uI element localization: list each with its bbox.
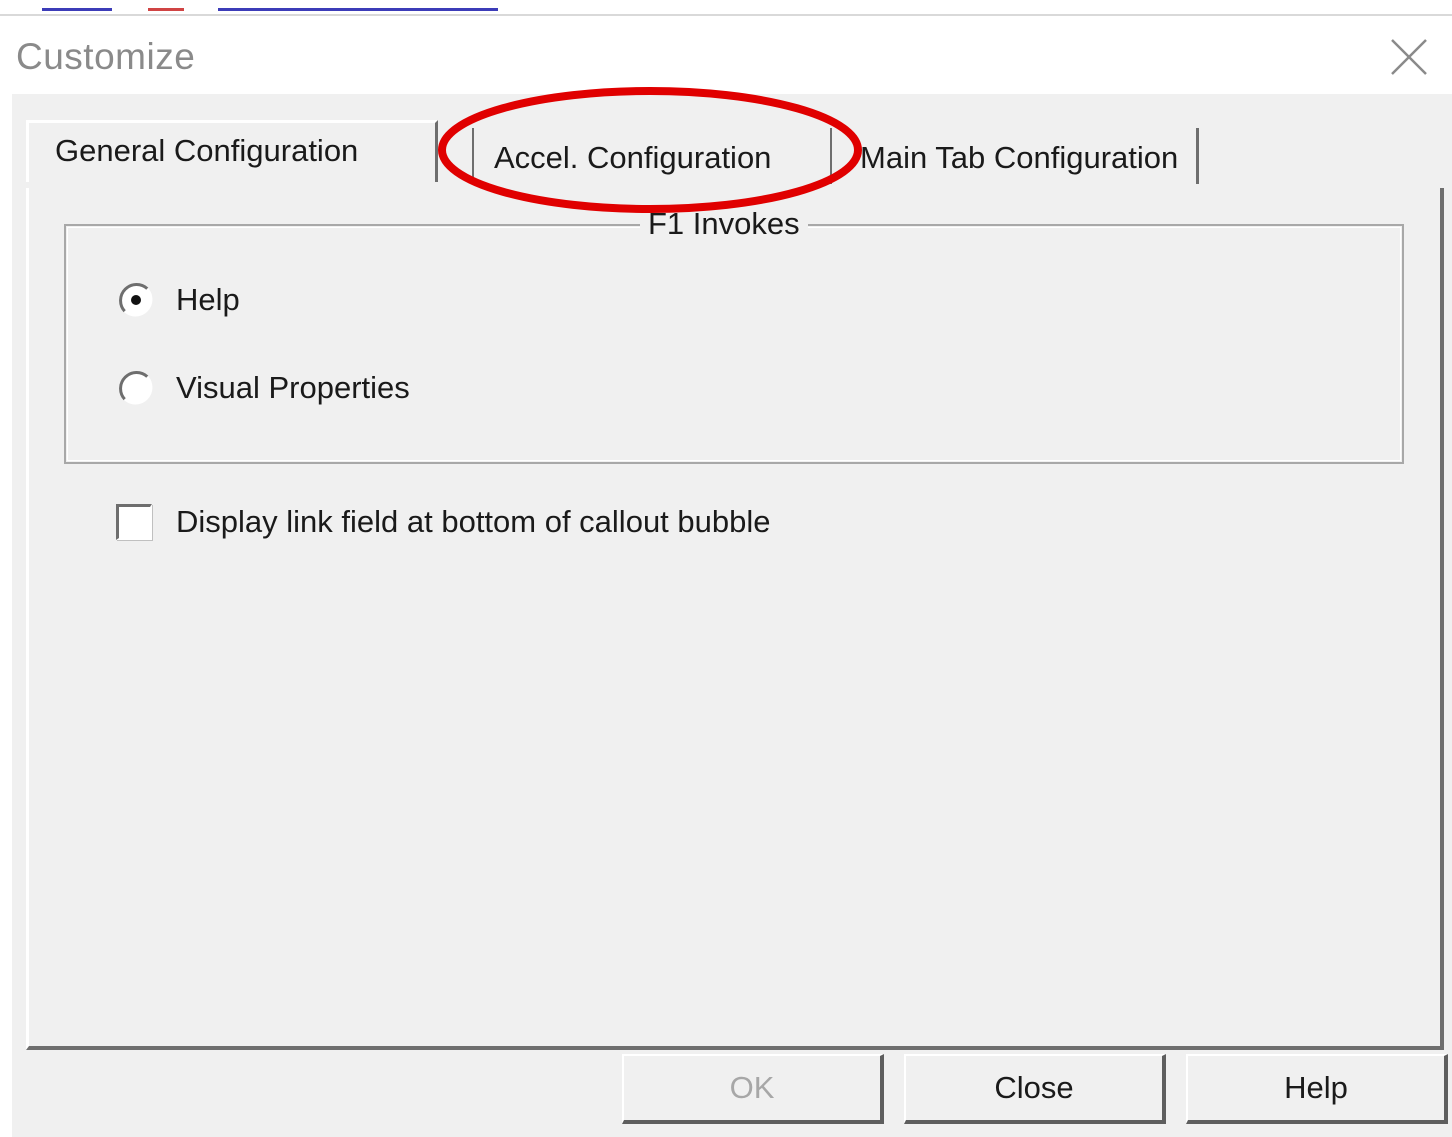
radio-help[interactable]: Help: [118, 282, 240, 318]
display-link-label: Display link field at bottom of callout …: [176, 504, 771, 539]
tab-label: Main Tab Configuration: [860, 140, 1179, 175]
f1-invokes-groupbox: [64, 224, 1404, 464]
tab-main-tab-configuration[interactable]: Main Tab Configuration: [830, 128, 1200, 184]
radio-help-label: Help: [176, 282, 240, 317]
tab-label: General Configuration: [55, 133, 359, 168]
dialog-title: Customize: [16, 36, 196, 77]
display-link-checkbox-row[interactable]: Display link field at bottom of callout …: [116, 504, 771, 540]
radio-unselected-icon[interactable]: [118, 370, 154, 406]
help-button[interactable]: Help: [1186, 1054, 1448, 1124]
radio-selected-icon[interactable]: [118, 282, 154, 318]
background-toolbar-mark: [42, 0, 112, 11]
tab-accel-configuration[interactable]: Accel. Configuration: [472, 128, 789, 184]
display-link-checkbox[interactable]: [116, 504, 152, 540]
radio-visual-properties-label: Visual Properties: [176, 370, 410, 405]
tab-label: Accel. Configuration: [494, 140, 772, 175]
tab-general-configuration[interactable]: General Configuration: [26, 120, 438, 182]
close-icon[interactable]: [1388, 36, 1430, 78]
ok-button[interactable]: OK: [622, 1054, 884, 1124]
background-toolbar-mark: [148, 0, 184, 11]
close-button[interactable]: Close: [904, 1054, 1166, 1124]
background-toolbar-mark: [218, 0, 498, 11]
dialog-body: General Configuration Accel. Configurati…: [12, 94, 1452, 1137]
f1-invokes-legend: F1 Invokes: [640, 206, 808, 242]
radio-visual-properties[interactable]: Visual Properties: [118, 370, 410, 406]
screenshot: Customize General Configuration Accel. C…: [0, 0, 1452, 1137]
customize-dialog: Customize General Configuration Accel. C…: [12, 16, 1452, 1137]
background-window-strip: [0, 0, 1452, 16]
